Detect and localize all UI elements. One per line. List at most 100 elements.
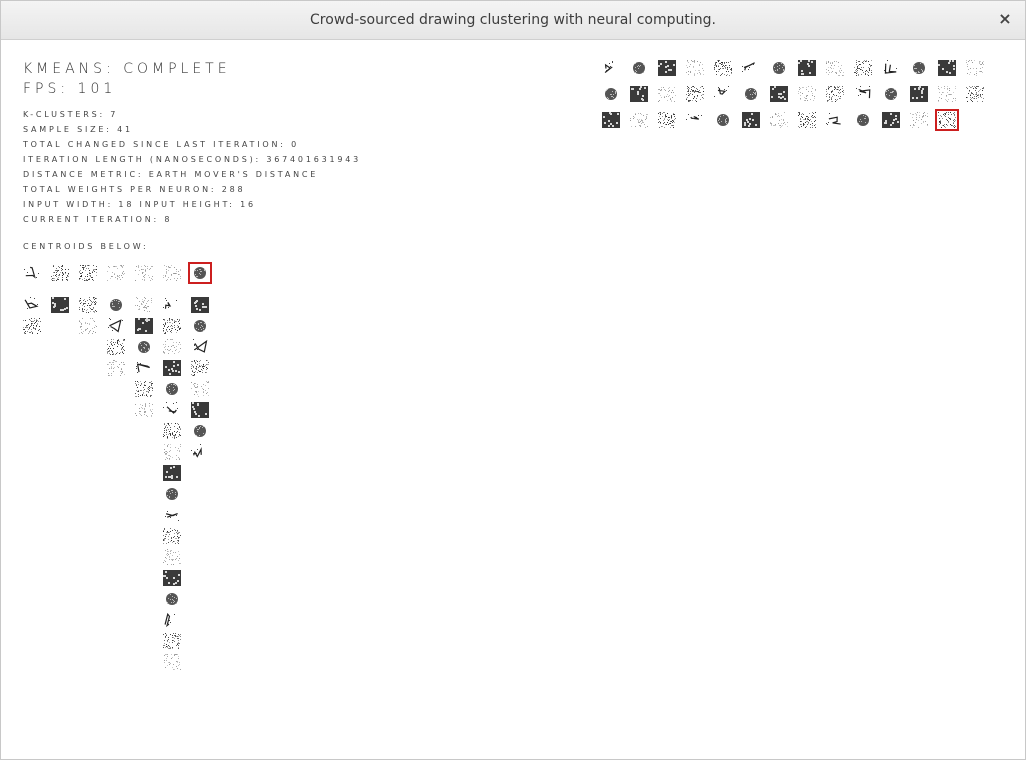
- cluster-member-thumb[interactable]: [163, 318, 181, 334]
- sample-drawing-thumb[interactable]: [714, 112, 732, 128]
- sample-drawing-thumb[interactable]: [686, 60, 704, 76]
- sample-drawing-thumb[interactable]: [770, 112, 788, 128]
- cluster-member-thumb[interactable]: [135, 318, 153, 334]
- sample-drawing-thumb[interactable]: [966, 60, 984, 76]
- sample-drawing-thumb[interactable]: [658, 60, 676, 76]
- sample-drawing-thumb[interactable]: [798, 60, 816, 76]
- sample-drawing-thumb[interactable]: [714, 60, 732, 76]
- cluster-member-thumb[interactable]: [163, 402, 181, 418]
- sample-drawing-thumb[interactable]: [742, 86, 760, 102]
- cluster-member-thumb[interactable]: [163, 360, 181, 376]
- sample-drawing-thumb[interactable]: [658, 112, 676, 128]
- sample-drawing-thumb[interactable]: [686, 86, 704, 102]
- centroid-thumb[interactable]: [23, 265, 41, 281]
- sample-drawing-thumb[interactable]: [602, 60, 620, 76]
- window-title: Crowd-sourced drawing clustering with ne…: [310, 12, 716, 28]
- app-window: Crowd-sourced drawing clustering with ne…: [0, 0, 1026, 760]
- cluster-member-thumb[interactable]: [79, 297, 97, 313]
- cluster-member-thumb[interactable]: [51, 297, 69, 313]
- cluster-member-thumb[interactable]: [191, 381, 209, 397]
- stat-k-clusters: K-CLUSTERS: 7: [23, 110, 119, 119]
- cluster-member-thumb[interactable]: [163, 465, 181, 481]
- cluster-member-thumb[interactable]: [191, 339, 209, 355]
- centroids-label: CENTROIDS BELOW:: [23, 242, 149, 251]
- close-icon[interactable]: ×: [995, 9, 1015, 29]
- sample-drawing-thumb[interactable]: [798, 112, 816, 128]
- stat-current-iteration: CURRENT ITERATION: 8: [23, 215, 173, 224]
- cluster-member-thumb[interactable]: [135, 381, 153, 397]
- cluster-member-thumb[interactable]: [163, 339, 181, 355]
- cluster-member-thumb[interactable]: [107, 339, 125, 355]
- cluster-member-thumb[interactable]: [163, 423, 181, 439]
- cluster-member-thumb[interactable]: [191, 318, 209, 334]
- cluster-member-thumb[interactable]: [107, 297, 125, 313]
- sample-drawing-thumb[interactable]: [854, 112, 872, 128]
- sample-drawing-thumb[interactable]: [770, 86, 788, 102]
- sample-drawing-thumb[interactable]: [714, 86, 732, 102]
- centroid-thumb[interactable]: [51, 265, 69, 281]
- sample-drawing-thumb[interactable]: [826, 112, 844, 128]
- cluster-member-thumb[interactable]: [191, 444, 209, 460]
- cluster-member-thumb[interactable]: [191, 423, 209, 439]
- cluster-member-thumb[interactable]: [135, 339, 153, 355]
- cluster-member-thumb[interactable]: [163, 486, 181, 502]
- centroid-thumb[interactable]: [188, 262, 212, 284]
- sample-drawing-thumb[interactable]: [938, 60, 956, 76]
- cluster-member-thumb[interactable]: [135, 360, 153, 376]
- sample-drawing-thumb[interactable]: [910, 86, 928, 102]
- sample-drawing-thumb[interactable]: [742, 60, 760, 76]
- sample-drawing-thumb[interactable]: [966, 86, 984, 102]
- sample-drawing-thumb[interactable]: [602, 112, 620, 128]
- stat-iteration-length: ITERATION LENGTH (NANOSECONDS): 36740163…: [23, 155, 362, 164]
- sample-drawing-thumb[interactable]: [910, 60, 928, 76]
- sample-drawing-thumb[interactable]: [910, 112, 928, 128]
- cluster-member-thumb[interactable]: [163, 528, 181, 544]
- sample-drawing-thumb[interactable]: [854, 86, 872, 102]
- cluster-member-thumb[interactable]: [163, 549, 181, 565]
- sample-drawing-thumb[interactable]: [826, 60, 844, 76]
- title-bar[interactable]: Crowd-sourced drawing clustering with ne…: [1, 1, 1025, 40]
- sample-drawing-thumb[interactable]: [630, 112, 648, 128]
- sample-drawing-thumb[interactable]: [630, 86, 648, 102]
- cluster-member-thumb[interactable]: [107, 318, 125, 334]
- centroid-thumb[interactable]: [163, 265, 181, 281]
- cluster-member-thumb[interactable]: [163, 612, 181, 628]
- centroid-thumb[interactable]: [79, 265, 97, 281]
- sample-drawing-thumb[interactable]: [882, 112, 900, 128]
- sample-drawing-thumb[interactable]: [630, 60, 648, 76]
- cluster-member-thumb[interactable]: [163, 654, 181, 670]
- sample-drawing-thumb[interactable]: [826, 86, 844, 102]
- cluster-member-thumb[interactable]: [107, 360, 125, 376]
- cluster-member-thumb[interactable]: [135, 402, 153, 418]
- stat-distance-metric: DISTANCE METRIC: EARTH MOVER'S DISTANCE: [23, 170, 319, 179]
- fps-readout: FPS: 101: [23, 81, 117, 97]
- sample-drawing-thumb[interactable]: [935, 109, 959, 131]
- cluster-member-thumb[interactable]: [23, 318, 41, 334]
- sample-drawing-thumb[interactable]: [882, 86, 900, 102]
- cluster-member-thumb[interactable]: [163, 633, 181, 649]
- sample-drawing-thumb[interactable]: [938, 86, 956, 102]
- cluster-member-thumb[interactable]: [191, 402, 209, 418]
- cluster-member-thumb[interactable]: [79, 318, 97, 334]
- cluster-member-thumb[interactable]: [163, 297, 181, 313]
- cluster-member-thumb[interactable]: [191, 360, 209, 376]
- cluster-member-thumb[interactable]: [163, 570, 181, 586]
- sample-drawing-thumb[interactable]: [882, 60, 900, 76]
- sample-drawing-thumb[interactable]: [602, 86, 620, 102]
- cluster-member-thumb[interactable]: [163, 591, 181, 607]
- sample-drawing-thumb[interactable]: [686, 112, 704, 128]
- sample-drawing-thumb[interactable]: [854, 60, 872, 76]
- status-panel: KMEANS: COMPLETE FPS: 101 K-CLUSTERS: 7 …: [23, 59, 361, 251]
- sample-drawing-thumb[interactable]: [798, 86, 816, 102]
- sample-drawing-thumb[interactable]: [658, 86, 676, 102]
- sample-drawing-thumb[interactable]: [770, 60, 788, 76]
- cluster-member-thumb[interactable]: [163, 381, 181, 397]
- cluster-member-thumb[interactable]: [163, 507, 181, 523]
- centroid-thumb[interactable]: [135, 265, 153, 281]
- cluster-member-thumb[interactable]: [191, 297, 209, 313]
- cluster-member-thumb[interactable]: [23, 297, 41, 313]
- sample-drawing-thumb[interactable]: [742, 112, 760, 128]
- cluster-member-thumb[interactable]: [163, 444, 181, 460]
- centroid-thumb[interactable]: [107, 265, 125, 281]
- cluster-member-thumb[interactable]: [135, 297, 153, 313]
